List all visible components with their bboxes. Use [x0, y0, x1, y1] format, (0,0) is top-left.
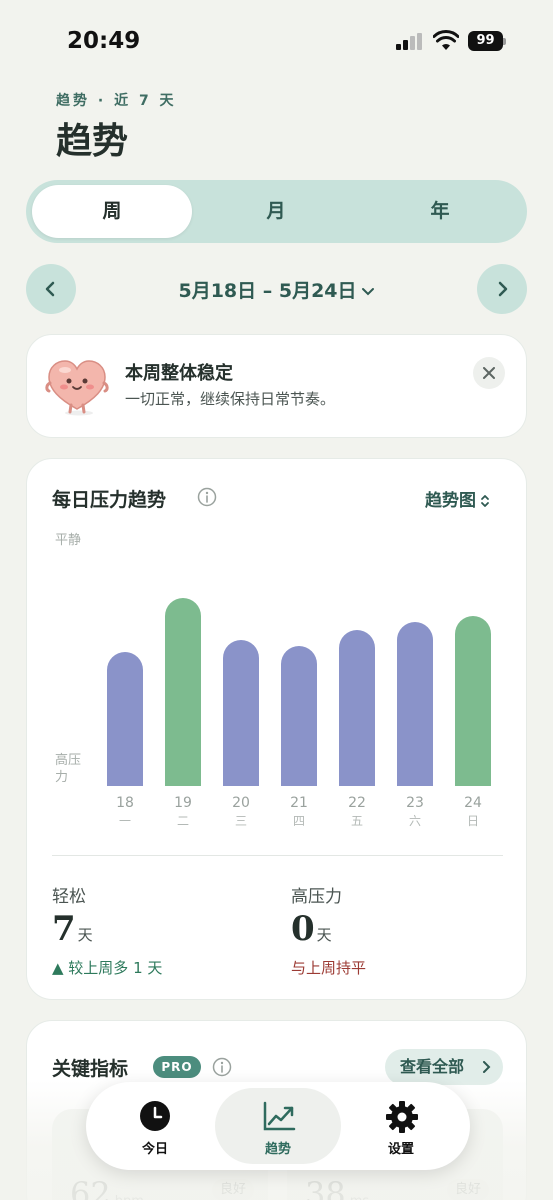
- view-all-label: 查看全部: [400, 1057, 465, 1076]
- summary-subtitle: 一切正常，继续保持日常节奏。: [125, 390, 336, 408]
- battery-icon: 99: [468, 31, 506, 51]
- chevron-right-icon: [483, 1061, 491, 1073]
- status-bar: 20:49 99: [0, 0, 553, 80]
- tab-settings-label: 设置: [387, 1142, 414, 1157]
- date-range-label: 5月18日 – 5月24日: [178, 280, 357, 302]
- tab-today[interactable]: 今日: [92, 1088, 218, 1164]
- high-stress-days-change: 与上周持平: [291, 959, 367, 977]
- metrics-title: 关键指标: [52, 1058, 129, 1080]
- daily-stress-trend-card: 每日压力趋势 趋势图 平静 高压力 18 一 19 二 20 三 21 四 22 五 23 六 24 日 …: [26, 458, 527, 1000]
- chevron-left-icon: [45, 281, 55, 297]
- next-week-button[interactable]: [477, 264, 527, 314]
- bottom-tab-bar: 今日 趋势 设置: [86, 1082, 470, 1170]
- wifi-icon: [433, 30, 459, 50]
- x-tick-weekday: 五: [351, 814, 363, 828]
- relaxed-days-unit: 天: [77, 926, 93, 944]
- info-icon[interactable]: [212, 1057, 232, 1077]
- x-tick-date: 24: [464, 795, 482, 811]
- x-tick-weekday: 日: [467, 814, 479, 828]
- tab-year[interactable]: 年: [360, 185, 520, 238]
- period-segmented-control: 周 月 年: [26, 180, 527, 243]
- x-tick-weekday: 二: [177, 814, 189, 828]
- y-axis-top-label: 平静: [55, 533, 81, 548]
- tab-today-label: 今日: [141, 1142, 168, 1157]
- x-tick-weekday: 四: [293, 814, 305, 828]
- clock-icon: [140, 1101, 170, 1131]
- tab-month[interactable]: 月: [196, 185, 356, 238]
- high-stress-days-label: 高压力: [291, 887, 342, 907]
- bar-day-22[interactable]: [339, 630, 375, 786]
- y-axis-bottom-label: 高压力: [55, 752, 81, 785]
- high-stress-days-number: 0: [291, 909, 315, 949]
- cellular-signal-icon: [396, 33, 422, 50]
- x-tick-weekday: 三: [235, 814, 247, 828]
- breadcrumb: 趋势 · 近 7 天: [56, 93, 177, 109]
- tab-trends[interactable]: 趋势: [215, 1088, 341, 1164]
- tab-trends-label: 趋势: [264, 1142, 291, 1157]
- trend-chart-icon: [263, 1101, 296, 1131]
- chart-view-label: 趋势图: [425, 491, 476, 511]
- date-range-selector[interactable]: 5月18日 – 5月24日: [150, 276, 403, 303]
- x-tick-date: 19: [174, 795, 192, 811]
- x-tick-weekday: 六: [409, 814, 421, 828]
- high-stress-days-value: 0天: [291, 909, 332, 949]
- x-tick-date: 23: [406, 795, 424, 811]
- gear-icon: [386, 1101, 418, 1133]
- relaxed-days-value: 7天: [52, 909, 93, 949]
- bar-day-24[interactable]: [455, 616, 491, 786]
- high-stress-days-unit: 天: [316, 926, 332, 944]
- x-tick-date: 20: [232, 795, 250, 811]
- relaxed-days-number: 7: [52, 909, 76, 949]
- chart-view-switcher[interactable]: 趋势图: [425, 486, 491, 511]
- info-icon[interactable]: [197, 487, 217, 507]
- x-tick-weekday: 一: [119, 814, 131, 828]
- chevron-right-icon: [498, 281, 508, 297]
- tab-settings[interactable]: 设置: [338, 1088, 464, 1164]
- page-title: 趋势: [56, 121, 129, 162]
- relaxed-days-label: 轻松: [52, 887, 86, 907]
- tab-week[interactable]: 周: [32, 185, 192, 238]
- bar-day-19[interactable]: [165, 598, 201, 786]
- chart-title: 每日压力趋势: [52, 489, 167, 511]
- pro-badge: PRO: [153, 1056, 201, 1078]
- dismiss-summary-button[interactable]: [473, 357, 505, 389]
- chevron-down-icon: [361, 287, 374, 295]
- relaxed-days-change: ▲ 较上周多 1 天: [52, 959, 163, 977]
- previous-week-button[interactable]: [26, 264, 76, 314]
- x-tick-date: 18: [116, 795, 134, 811]
- stress-bar-chart: 平静 高压力 18 一 19 二 20 三 21 四 22 五 23 六 24 日: [55, 533, 491, 828]
- bar-day-23[interactable]: [397, 622, 433, 786]
- battery-level: 99: [468, 31, 503, 51]
- sort-toggle-icon: [481, 495, 489, 507]
- clock-time: 20:49: [67, 28, 141, 54]
- divider: [52, 855, 503, 856]
- bar-day-21[interactable]: [281, 646, 317, 786]
- bar-day-18[interactable]: [107, 652, 143, 786]
- summary-title: 本周整体稳定: [125, 363, 233, 384]
- weekly-summary-card: 本周整体稳定 一切正常，继续保持日常节奏。: [26, 334, 527, 438]
- close-icon: [483, 367, 495, 379]
- x-tick-date: 21: [290, 795, 308, 811]
- bar-day-20[interactable]: [223, 640, 259, 786]
- x-tick-date: 22: [348, 795, 366, 811]
- heart-mascot-icon: [45, 360, 109, 416]
